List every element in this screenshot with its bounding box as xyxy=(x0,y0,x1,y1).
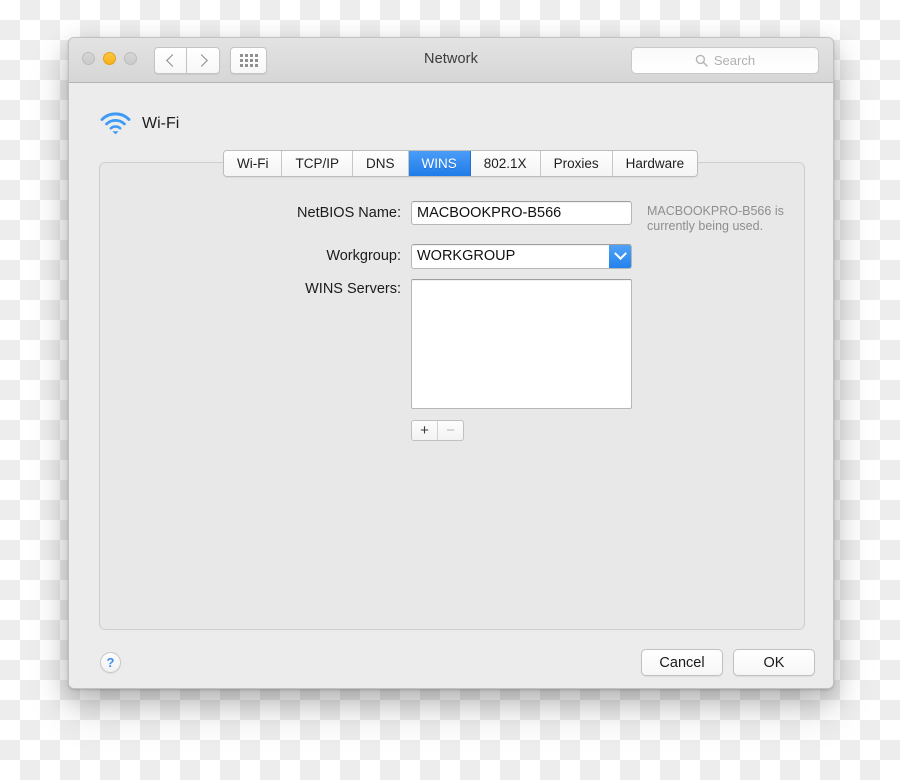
service-header: Wi-Fi xyxy=(100,112,179,135)
settings-panel: Wi-Fi TCP/IP DNS WINS 802.1X Proxies Har… xyxy=(99,150,805,630)
tab-wins[interactable]: WINS xyxy=(408,151,471,176)
netbios-label: NetBIOS Name: xyxy=(297,205,401,221)
tab-hardware[interactable]: Hardware xyxy=(612,151,698,176)
workgroup-label: Workgroup: xyxy=(326,248,401,264)
window-body: Wi-Fi Wi-Fi TCP/IP DNS WINS 802.1X Proxi… xyxy=(69,83,833,688)
add-remove-control: + − xyxy=(411,420,464,441)
tab-8021x[interactable]: 802.1X xyxy=(470,151,541,176)
help-button[interactable]: ? xyxy=(100,652,121,673)
add-server-button[interactable]: + xyxy=(412,421,438,440)
tab-proxies[interactable]: Proxies xyxy=(540,151,613,176)
ok-button[interactable]: OK xyxy=(733,649,815,676)
wifi-icon xyxy=(100,112,131,135)
search-placeholder: Search xyxy=(713,53,756,68)
network-preferences-window: Network Search Wi-Fi Wi-Fi TCP/IP DNS WI… xyxy=(68,37,834,689)
tab-dns[interactable]: DNS xyxy=(353,151,409,176)
workgroup-row: Workgroup: WORKGROUP xyxy=(100,244,804,269)
tab-bar: Wi-Fi TCP/IP DNS WINS 802.1X Proxies Har… xyxy=(223,150,699,177)
netbios-hint: MACBOOKPRO-B566 is currently being used. xyxy=(647,204,784,233)
tab-wifi[interactable]: Wi-Fi xyxy=(224,151,283,176)
wins-servers-row: WINS Servers: xyxy=(100,279,804,409)
tab-tcpip[interactable]: TCP/IP xyxy=(282,151,353,176)
chevron-down-icon xyxy=(613,247,627,261)
window-titlebar: Network Search xyxy=(69,38,833,83)
wins-servers-label: WINS Servers: xyxy=(305,281,401,297)
netbios-row: NetBIOS Name: MACBOOKPRO-B566 MACBOOKPRO… xyxy=(100,201,804,234)
search-icon xyxy=(695,54,708,67)
wins-servers-list[interactable] xyxy=(411,279,632,409)
workgroup-combobox[interactable]: WORKGROUP xyxy=(411,244,632,269)
search-field[interactable]: Search xyxy=(631,47,819,74)
netbios-name-input[interactable]: MACBOOKPRO-B566 xyxy=(411,201,632,225)
workgroup-dropdown-button[interactable] xyxy=(609,245,631,268)
cancel-button[interactable]: Cancel xyxy=(641,649,723,676)
remove-server-button[interactable]: − xyxy=(438,421,463,440)
window-footer: ? Cancel OK xyxy=(69,643,833,688)
service-name: Wi-Fi xyxy=(142,114,180,132)
workgroup-input[interactable]: WORKGROUP xyxy=(411,244,632,269)
wins-form: NetBIOS Name: MACBOOKPRO-B566 MACBOOKPRO… xyxy=(100,201,804,441)
